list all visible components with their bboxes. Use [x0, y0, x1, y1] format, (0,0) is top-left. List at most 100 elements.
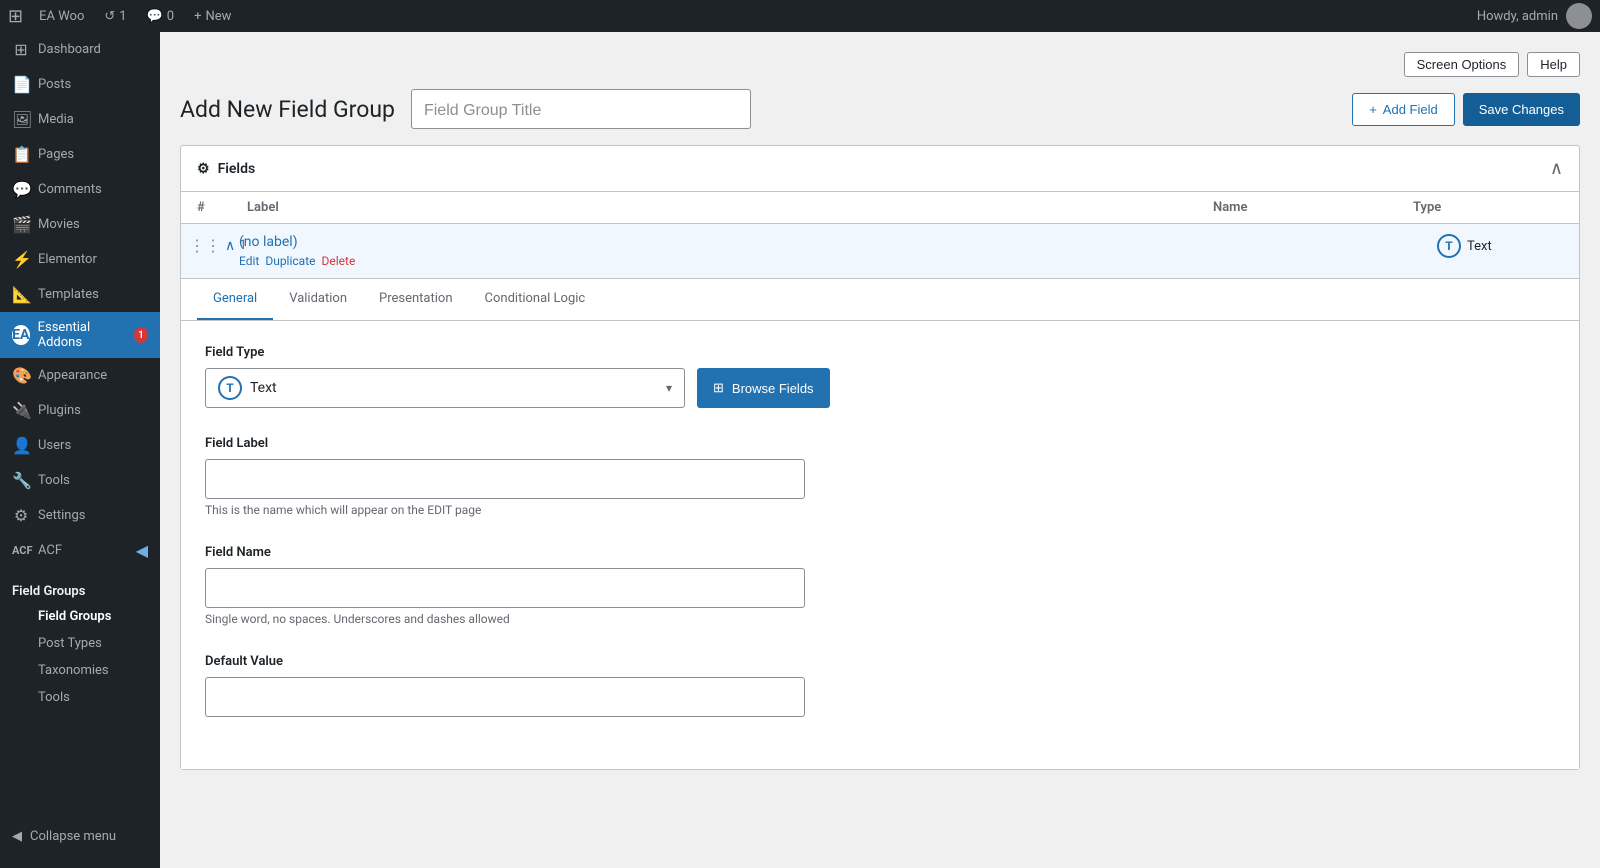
screen-options-button[interactable]: Screen Options: [1404, 52, 1520, 77]
field-type-select-inner: T Text: [218, 376, 277, 400]
chevron-down-icon: ▾: [666, 381, 672, 395]
sidebar-item-plugins[interactable]: 🔌 Plugins: [0, 393, 160, 428]
admin-bar-new[interactable]: + New: [186, 0, 239, 32]
templates-icon: 📐: [12, 285, 30, 304]
field-name-section: Field Name Single word, no spaces. Under…: [205, 545, 1555, 626]
sidebar-item-elementor[interactable]: ⚡ Elementor: [0, 242, 160, 277]
sidebar-label-pages: Pages: [38, 147, 74, 162]
field-group-title-input[interactable]: [411, 89, 751, 129]
site-name-label: EA Woo: [39, 9, 84, 24]
add-field-button[interactable]: + Add Field: [1352, 93, 1455, 126]
wp-logo-icon[interactable]: ⊞: [8, 6, 23, 27]
acf-icon: ACF: [12, 544, 30, 557]
admin-avatar: [1566, 3, 1592, 29]
sidebar-item-templates[interactable]: 📐 Templates: [0, 277, 160, 312]
tab-general-label: General: [213, 291, 257, 306]
page-header: Add New Field Group + Add Field Save Cha…: [180, 89, 1580, 129]
tab-general[interactable]: General: [197, 279, 273, 320]
pages-icon: 📋: [12, 145, 30, 164]
default-value-input[interactable]: [205, 677, 805, 717]
settings-icon: ⚙: [12, 506, 30, 525]
tab-conditional-logic[interactable]: Conditional Logic: [469, 279, 602, 320]
updates-icon: ↺: [104, 9, 115, 24]
field-actions: Edit Duplicate Delete: [239, 254, 1221, 268]
sidebar-item-movies[interactable]: 🎬 Movies: [0, 207, 160, 242]
fields-box-header[interactable]: ⚙ Fields ∧: [181, 146, 1579, 192]
col-name: Name: [1213, 200, 1413, 215]
field-label-section: Field Label This is the name which will …: [205, 436, 1555, 517]
tab-presentation[interactable]: Presentation: [363, 279, 469, 320]
col-label: Label: [247, 200, 1213, 215]
main-content: Screen Options Help Add New Field Group …: [160, 32, 1600, 868]
tab-validation[interactable]: Validation: [273, 279, 363, 320]
fields-box-title: ⚙ Fields: [197, 161, 255, 177]
add-field-plus-icon: +: [1369, 102, 1377, 117]
tab-presentation-label: Presentation: [379, 291, 453, 306]
field-duplicate-link[interactable]: Duplicate: [265, 254, 315, 268]
field-type-form-label: Field Type: [205, 345, 1555, 360]
sidebar-sub-field-groups[interactable]: Field Groups: [0, 603, 160, 630]
sidebar-label-acf: ACF: [38, 543, 62, 558]
add-field-label: Add Field: [1383, 102, 1438, 117]
field-name-help-text: Single word, no spaces. Underscores and …: [205, 612, 1555, 626]
field-edit-area: General Validation Presentation Conditio…: [181, 279, 1579, 769]
media-icon: 🖼: [12, 110, 30, 129]
tools-icon: 🔧: [12, 471, 30, 490]
field-type-dropdown[interactable]: T Text ▾: [205, 368, 685, 408]
sidebar-item-appearance[interactable]: 🎨 Appearance: [0, 358, 160, 393]
sidebar-item-pages[interactable]: 📋 Pages: [0, 137, 160, 172]
field-label-help-text: This is the name which will appear on th…: [205, 503, 1555, 517]
field-type-section: Field Type T Text ▾: [205, 345, 1555, 408]
fields-collapse-icon[interactable]: ∧: [1550, 158, 1563, 179]
sidebar-item-posts[interactable]: 📄 Posts: [0, 67, 160, 102]
sidebar-item-users[interactable]: 👤 Users: [0, 428, 160, 463]
sidebar-item-tools[interactable]: 🔧 Tools: [0, 463, 160, 498]
sidebar-label-users: Users: [38, 438, 71, 453]
save-changes-button[interactable]: Save Changes: [1463, 93, 1580, 126]
movies-icon: 🎬: [12, 215, 30, 234]
sidebar-item-acf[interactable]: ACF ACF ◀: [0, 533, 160, 568]
collapse-menu-button[interactable]: ◀ Collapse menu: [0, 821, 160, 852]
header-actions: + Add Field Save Changes: [1352, 93, 1580, 126]
sidebar-label-movies: Movies: [38, 217, 80, 232]
acf-section-label: Field Groups: [0, 572, 160, 603]
sidebar-sub-tools[interactable]: Tools: [0, 684, 160, 711]
field-name-input[interactable]: [205, 568, 805, 608]
admin-bar-updates[interactable]: ↺ 1: [96, 0, 134, 32]
field-delete-link[interactable]: Delete: [322, 254, 356, 268]
browse-fields-grid-icon: ⊞: [713, 380, 724, 396]
sidebar-label-settings: Settings: [38, 508, 85, 523]
layout: ⊞ Dashboard 📄 Posts 🖼 Media 📋 Pages 💬 Co…: [0, 32, 1600, 868]
sidebar-item-settings[interactable]: ⚙ Settings: [0, 498, 160, 533]
field-type-cell: T Text: [1429, 224, 1579, 268]
field-label-link[interactable]: (no label): [239, 234, 298, 250]
sidebar-label-media: Media: [38, 112, 74, 127]
col-hash: #: [197, 200, 247, 215]
tab-validation-label: Validation: [289, 291, 347, 306]
browse-fields-button[interactable]: ⊞ Browse Fields: [697, 368, 830, 408]
help-button[interactable]: Help: [1527, 52, 1580, 77]
plugins-icon: 🔌: [12, 401, 30, 420]
sidebar-item-essential-addons[interactable]: EA Essential Addons 1: [0, 312, 160, 358]
page-title: Add New Field Group: [180, 96, 395, 123]
admin-bar-comments[interactable]: 💬 0: [139, 0, 183, 32]
comments-icon: 💬: [147, 9, 163, 24]
new-label: New: [205, 9, 231, 24]
admin-bar-site[interactable]: EA Woo: [31, 0, 92, 32]
sidebar-item-comments[interactable]: 💬 Comments: [0, 172, 160, 207]
admin-bar-right: Howdy, admin: [1477, 3, 1592, 29]
fields-box: ⚙ Fields ∧ # Label Name Type ⋮⋮ ∧ 1: [180, 145, 1580, 770]
drag-handle-icon[interactable]: ⋮⋮: [189, 236, 221, 255]
default-value-form-label: Default Value: [205, 654, 1555, 669]
field-edit-link[interactable]: Edit: [239, 254, 259, 268]
sidebar-sub-taxonomies[interactable]: Taxonomies: [0, 657, 160, 684]
sidebar-item-media[interactable]: 🖼 Media: [0, 102, 160, 137]
field-type-icon: T: [1437, 234, 1461, 258]
sidebar-label-templates: Templates: [38, 287, 99, 302]
field-type-select-wrapper: T Text ▾ ⊞ Browse Fields: [205, 368, 1555, 408]
sidebar-sub-post-types[interactable]: Post Types: [0, 630, 160, 657]
field-tabs: General Validation Presentation Conditio…: [181, 279, 1579, 321]
field-label-input[interactable]: [205, 459, 805, 499]
sidebar-item-dashboard[interactable]: ⊞ Dashboard: [0, 32, 160, 67]
dropdown-type-letter: T: [226, 381, 233, 395]
